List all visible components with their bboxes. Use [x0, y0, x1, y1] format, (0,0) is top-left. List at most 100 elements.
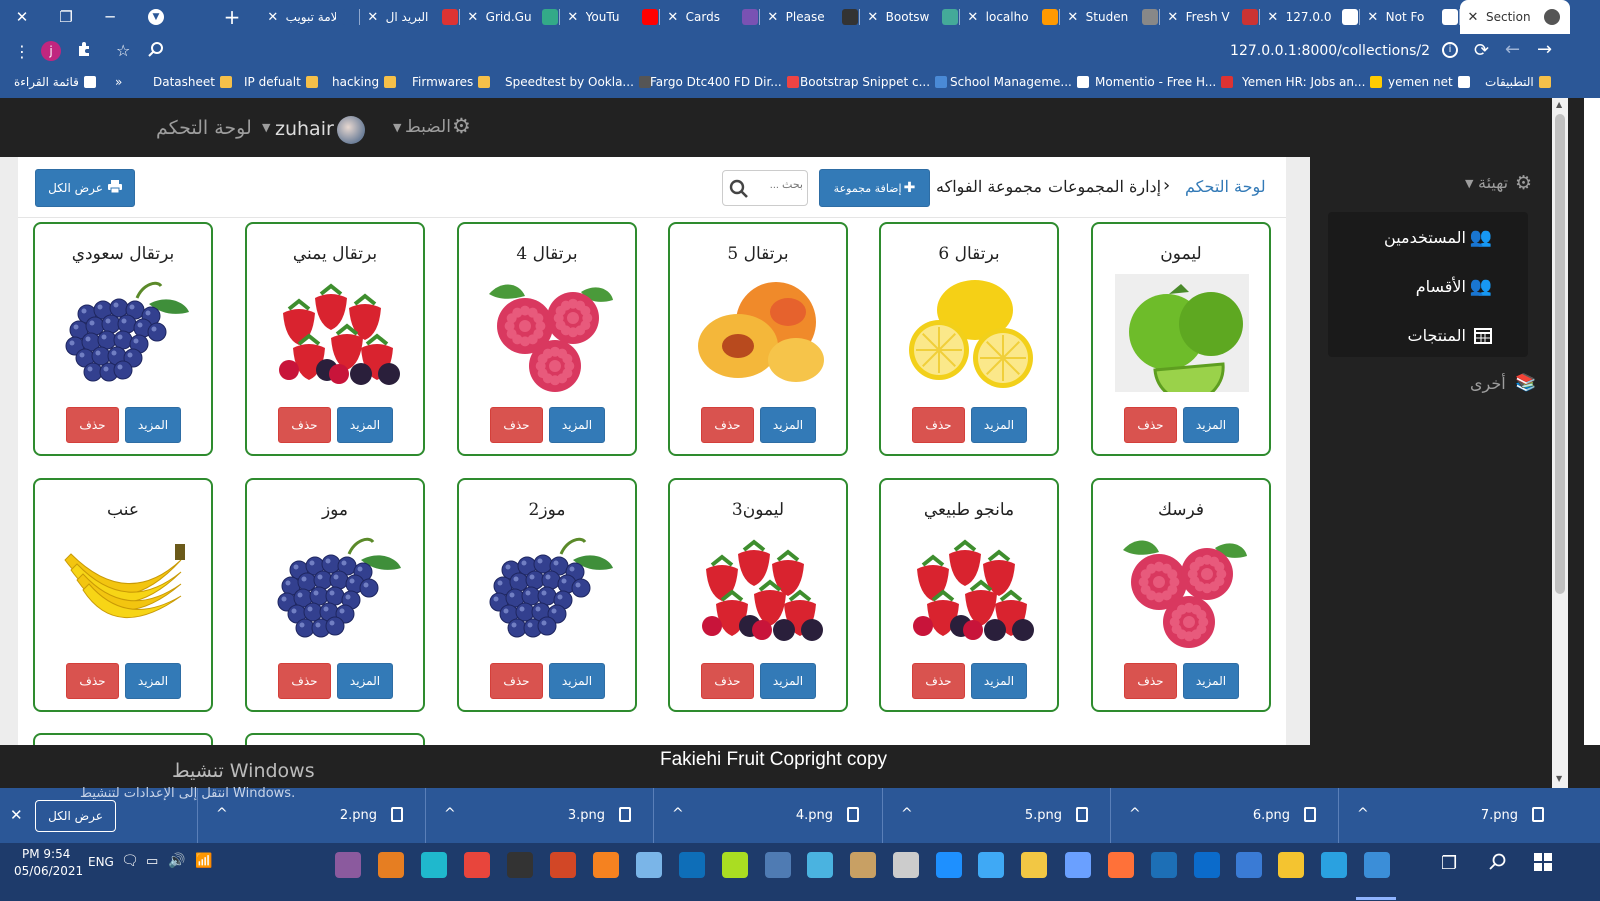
- new-tab-icon[interactable]: +: [210, 0, 254, 34]
- card-delete-button[interactable]: حذف: [701, 407, 754, 443]
- tab-search-icon[interactable]: ▼: [134, 0, 178, 34]
- card-more-button[interactable]: المزيد: [337, 407, 393, 443]
- bookmark-item[interactable]: »: [115, 75, 122, 89]
- notification-icon[interactable]: 🗨: [121, 853, 139, 869]
- browser-tab[interactable]: ✕ Please: [760, 0, 858, 34]
- bookmark-item[interactable]: Yemen HR: Jobs an...: [1242, 75, 1383, 89]
- downloads-close-icon[interactable]: ✕: [10, 806, 23, 824]
- download-item[interactable]: ^ 5.png: [882, 788, 1110, 843]
- bookmark-item[interactable]: IP defualt: [244, 75, 318, 89]
- archive-app-icon[interactable]: [850, 852, 876, 878]
- paint-app-icon[interactable]: [335, 852, 361, 878]
- card-delete-button[interactable]: حذف: [278, 663, 331, 699]
- card-more-button[interactable]: المزيد: [971, 663, 1027, 699]
- downloads-show-all-button[interactable]: عرض الكل: [35, 800, 116, 832]
- card-delete-button[interactable]: حذف: [490, 663, 543, 699]
- language-indicator[interactable]: ENG: [88, 855, 114, 869]
- network-app-icon[interactable]: [1065, 852, 1091, 878]
- keepass-app-icon[interactable]: [1278, 852, 1304, 878]
- sidebar-item-products[interactable]: المنتجات: [1328, 320, 1528, 354]
- scrollbar-thumb[interactable]: [1555, 114, 1565, 594]
- user-menu[interactable]: zuhair: [275, 118, 334, 140]
- browser-tab[interactable]: ✕ البريد ال: [360, 0, 458, 34]
- forward-icon[interactable]: ←: [1505, 39, 1520, 60]
- settings-menu[interactable]: الضبط: [405, 117, 451, 137]
- browser-tab[interactable]: ✕ Cards: [660, 0, 758, 34]
- windows-start-icon[interactable]: [1534, 853, 1552, 875]
- user-avatar[interactable]: [337, 116, 365, 144]
- ie-app-icon[interactable]: [936, 852, 962, 878]
- browser-tab[interactable]: ✕ Not Fo: [1360, 0, 1458, 34]
- print-all-button[interactable]: عرض الكل: [35, 169, 135, 207]
- bookmark-item[interactable]: yemen net: [1388, 75, 1470, 89]
- browser-tab[interactable]: ✕ Studen: [1060, 0, 1158, 34]
- back-icon[interactable]: →: [1537, 39, 1552, 60]
- card-delete-button[interactable]: حذف: [912, 407, 965, 443]
- simplenote-app-icon[interactable]: [1151, 852, 1177, 878]
- search-input[interactable]: [753, 179, 803, 191]
- card-delete-button[interactable]: حذف: [278, 407, 331, 443]
- card-delete-button[interactable]: حذف: [1124, 407, 1177, 443]
- powerpoint-app-icon[interactable]: [550, 852, 576, 878]
- vlc-app-icon[interactable]: [593, 852, 619, 878]
- browser-tab[interactable]: ✕ Grid.Gu: [460, 0, 558, 34]
- clock-date[interactable]: 05/06/2021: [14, 864, 83, 878]
- browser-tab[interactable]: ✕ Bootsw: [860, 0, 958, 34]
- window-close-icon[interactable]: ✕: [0, 0, 44, 34]
- menu-dots-icon[interactable]: ⋮: [14, 42, 30, 61]
- file-explorer-app-icon[interactable]: [1021, 852, 1047, 878]
- card-more-button[interactable]: المزيد: [337, 663, 393, 699]
- card-delete-button[interactable]: حذف: [1124, 663, 1177, 699]
- bookmark-item[interactable]: Momentio - Free H...: [1095, 75, 1234, 89]
- chrome-app-icon[interactable]: [1364, 852, 1390, 878]
- card-delete-button[interactable]: حذف: [66, 663, 119, 699]
- tab-close-icon[interactable]: ✕: [866, 10, 880, 25]
- card-more-button[interactable]: المزيد: [1183, 407, 1239, 443]
- search-icon[interactable]: [1489, 853, 1507, 875]
- tab-close-icon[interactable]: ✕: [666, 10, 680, 25]
- browser-tab[interactable]: ✕ Fresh V: [1160, 0, 1258, 34]
- card-more-button[interactable]: المزيد: [125, 407, 181, 443]
- tab-close-icon[interactable]: ✕: [1466, 10, 1480, 25]
- browser-tab[interactable]: ✕ Section: [1460, 0, 1570, 34]
- clock-time[interactable]: PM 9:54: [22, 847, 70, 861]
- bookmark-item[interactable]: قائمة القراءة: [14, 75, 96, 89]
- card-delete-button[interactable]: حذف: [701, 663, 754, 699]
- download-item[interactable]: ^ 3.png: [425, 788, 653, 843]
- download-menu-chevron-icon[interactable]: ^: [1357, 806, 1369, 822]
- download-menu-chevron-icon[interactable]: ^: [1129, 806, 1141, 822]
- sidebar-item-users[interactable]: المستخدمين 👥: [1328, 222, 1528, 256]
- extensions-icon[interactable]: [76, 41, 92, 61]
- browser-tab[interactable]: ✕ YouTu: [560, 0, 658, 34]
- card-more-button[interactable]: المزيد: [1183, 663, 1239, 699]
- page-scrollbar[interactable]: ▲ ▼: [1552, 98, 1568, 788]
- card-delete-button[interactable]: حذف: [912, 663, 965, 699]
- card-delete-button[interactable]: حذف: [66, 407, 119, 443]
- xampp-app-icon[interactable]: [378, 852, 404, 878]
- tab-close-icon[interactable]: ✕: [766, 10, 780, 25]
- reload-icon[interactable]: ⟳: [1474, 40, 1489, 61]
- breadcrumb-home-link[interactable]: لوحة التحكم: [1185, 177, 1266, 196]
- scroll-up-icon[interactable]: ▲: [1556, 100, 1562, 109]
- profile-avatar[interactable]: j: [41, 41, 61, 61]
- card-more-button[interactable]: المزيد: [549, 663, 605, 699]
- anydesk-app-icon[interactable]: [464, 852, 490, 878]
- download-item[interactable]: ^ 6.png: [1110, 788, 1338, 843]
- bookmark-item[interactable]: hacking: [332, 75, 397, 89]
- vscode-app-icon[interactable]: [679, 852, 705, 878]
- address-bar[interactable]: 127.0.0.1:8000/collections/2 i: [150, 37, 1470, 65]
- card-delete-button[interactable]: حذف: [490, 407, 543, 443]
- remote-app-icon[interactable]: [765, 852, 791, 878]
- bookmark-item[interactable]: Datasheet: [153, 75, 232, 89]
- card-more-button[interactable]: المزيد: [549, 407, 605, 443]
- bookmark-star-icon[interactable]: ☆: [116, 41, 130, 60]
- tab-close-icon[interactable]: ✕: [1366, 10, 1380, 25]
- tab-close-icon[interactable]: ✕: [466, 10, 480, 25]
- thunderbird-app-icon[interactable]: [1321, 852, 1347, 878]
- tab-close-icon[interactable]: ✕: [566, 10, 580, 25]
- download-menu-chevron-icon[interactable]: ^: [901, 806, 913, 822]
- browser-tab[interactable]: ✕ علامة تبويب: [260, 0, 358, 34]
- volume-icon[interactable]: 🔊: [168, 853, 185, 869]
- wifi-app-icon[interactable]: [807, 852, 833, 878]
- terminal-app-icon[interactable]: [507, 852, 533, 878]
